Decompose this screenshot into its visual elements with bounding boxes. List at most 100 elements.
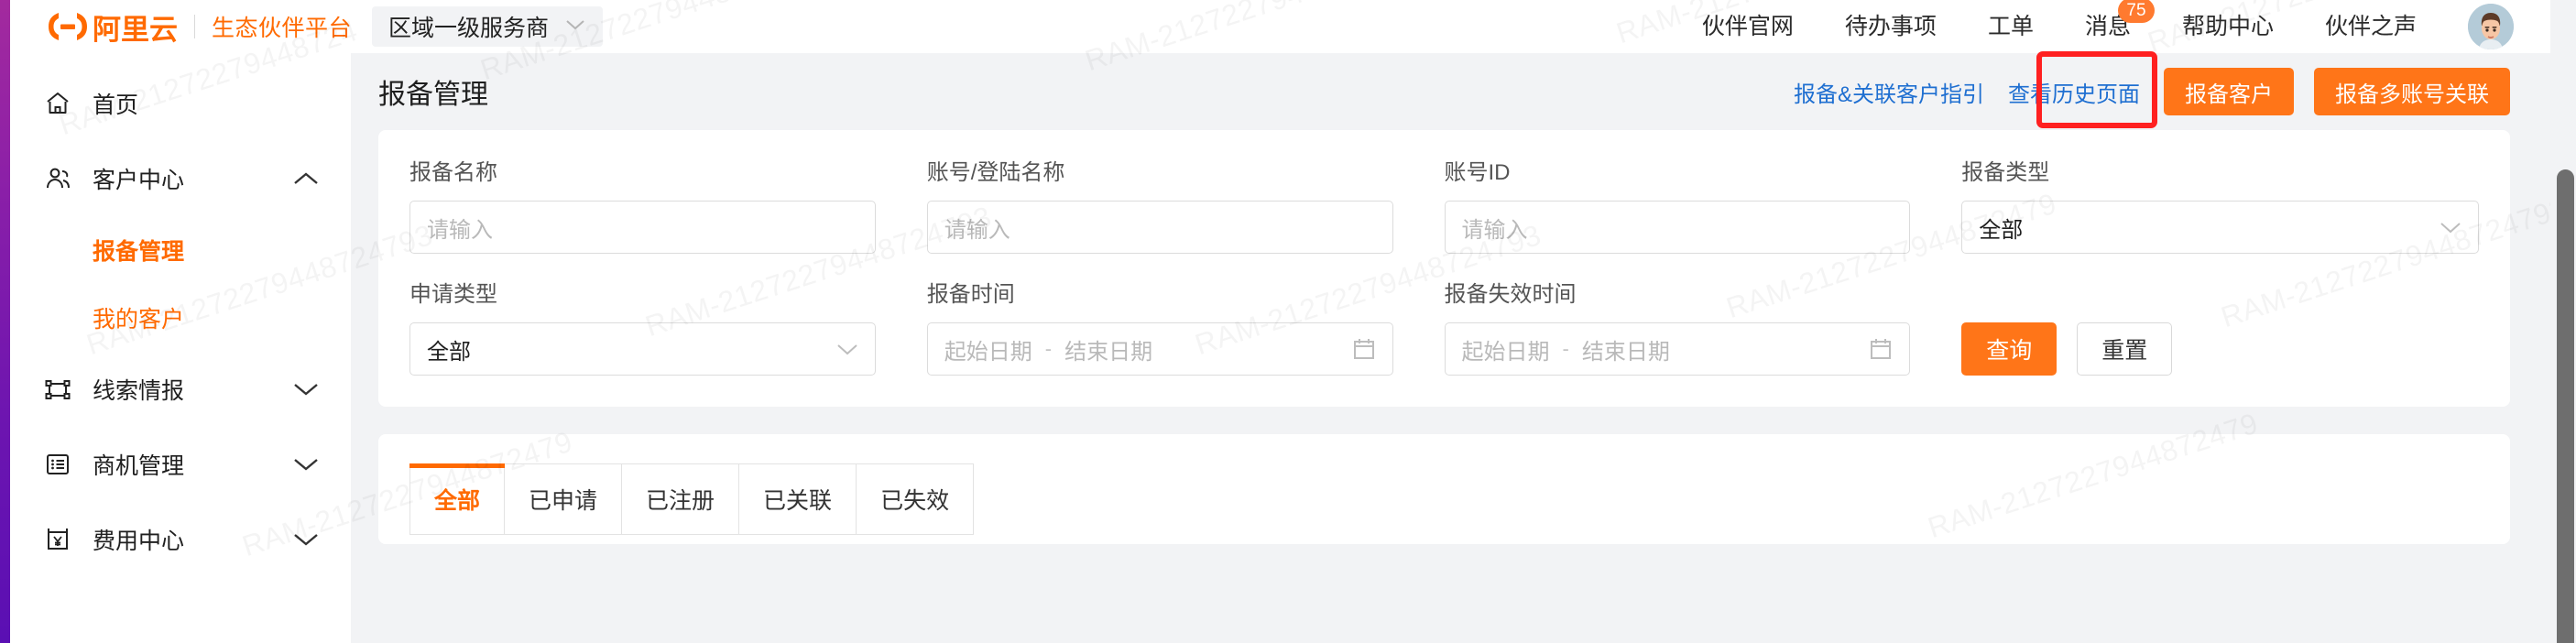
nav-label: 工单 [1987, 14, 2034, 39]
link-view-history-page[interactable]: 查看历史页面 [2008, 76, 2140, 108]
page-scrollbar[interactable] [2550, 0, 2576, 643]
nav-item-todo[interactable]: 待办事项 [1845, 0, 1937, 53]
sidebar-item-filing-management[interactable]: 报备管理 [10, 216, 351, 284]
application-type-select[interactable]: 全部 [409, 322, 876, 376]
report-multi-account-link-button[interactable]: 报备多账号关联 [2314, 68, 2510, 115]
tab-linked[interactable]: 已关联 [739, 463, 857, 535]
sidebar-item-my-customers[interactable]: 我的客户 [10, 284, 351, 352]
chevron-down-icon [292, 381, 320, 398]
reset-button[interactable]: 重置 [2077, 322, 2173, 376]
tab-registered[interactable]: 已注册 [622, 463, 740, 535]
top-navigation: 伙伴官网 待办事项 工单 消息 75 帮助中心 伙伴之声 [1702, 0, 2514, 53]
sidebar-item-lead-intelligence[interactable]: 线索情报 [10, 352, 351, 427]
input-placeholder: 请输入 [1461, 217, 1528, 243]
field-label: 申请类型 [409, 282, 497, 307]
sidebar-item-label: 商机管理 [93, 453, 185, 479]
customers-icon [43, 164, 72, 193]
scrollbar-thumb[interactable] [2557, 169, 2574, 643]
start-date-placeholder: 起始日期 [944, 339, 1032, 365]
account-id-input[interactable]: 请输入 [1444, 201, 1911, 254]
sidebar-item-label: 客户中心 [93, 168, 185, 193]
field-account-login-name: 账号/登陆名称 请输入 [926, 154, 1445, 254]
calendar-icon[interactable] [1869, 337, 1893, 361]
tab-all[interactable]: 全部 [409, 463, 506, 535]
page-title: 报备管理 [378, 80, 488, 110]
nav-item-partner-site[interactable]: 伙伴官网 [1702, 0, 1794, 53]
nav-label: 待办事项 [1844, 14, 1937, 39]
results-card: 全部 已申请 已注册 已关联 已失效 [378, 434, 2510, 544]
message-count-badge: 75 [2117, 0, 2155, 23]
leads-icon [43, 375, 72, 404]
calendar-icon[interactable] [1352, 337, 1376, 361]
left-sidebar: 首页 客户中心 报备管理 我的客户 线索情报 商机管理 费用中心 [10, 53, 351, 643]
end-date-placeholder: 结束日期 [1581, 339, 1670, 365]
tab-expired[interactable]: 已失效 [857, 463, 975, 535]
select-value: 全部 [427, 339, 471, 365]
chevron-down-icon [836, 343, 858, 356]
chevron-down-icon [565, 18, 585, 36]
nav-item-messages[interactable]: 消息 75 [2085, 0, 2155, 53]
nav-item-help-center[interactable]: 帮助中心 [2182, 0, 2274, 53]
field-label: 账号/登陆名称 [926, 160, 1065, 185]
select-value: 全部 [1979, 217, 2024, 243]
browser-edge-strip [0, 0, 10, 643]
region-selector-label: 区域一级服务商 [388, 16, 550, 41]
chevron-down-icon [2440, 221, 2461, 234]
start-date-placeholder: 起始日期 [1461, 339, 1550, 365]
nav-item-partner-voice[interactable]: 伙伴之声 [2325, 0, 2417, 53]
sidebar-item-home[interactable]: 首页 [10, 66, 351, 141]
tab-label: 已关联 [763, 488, 833, 514]
report-customer-button[interactable]: 报备客户 [2164, 68, 2294, 115]
tab-applied[interactable]: 已申请 [505, 463, 623, 535]
app-root: RAM-21272279448724 RAM-21272279448724793… [0, 0, 2576, 643]
alibaba-cloud-logo-icon [47, 11, 89, 42]
chevron-down-icon [292, 531, 320, 548]
account-login-name-input[interactable]: 请输入 [926, 201, 1393, 254]
field-filing-type: 报备类型 全部 [1961, 154, 2479, 254]
input-placeholder: 请输入 [944, 217, 1010, 243]
brand-area[interactable]: 阿里云 生态伙伴平台 [47, 0, 352, 53]
top-header-bar: 阿里云 生态伙伴平台 区域一级服务商 伙伴官网 待办事项 工单 消息 75 帮助… [10, 0, 2550, 53]
sidebar-item-label: 费用中心 [93, 529, 185, 554]
field-label: 报备名称 [409, 160, 497, 185]
sidebar-subitem-label: 我的客户 [93, 307, 185, 332]
search-button[interactable]: 查询 [1961, 322, 2058, 376]
input-placeholder: 请输入 [427, 217, 493, 243]
filing-expire-time-daterange[interactable]: 起始日期 - 结束日期 [1444, 322, 1911, 376]
nav-label: 伙伴之声 [2324, 14, 2417, 39]
tab-label: 已注册 [646, 488, 715, 514]
filing-time-daterange[interactable]: 起始日期 - 结束日期 [926, 322, 1393, 376]
sidebar-item-label: 首页 [93, 93, 139, 118]
sidebar-item-customer-center[interactable]: 客户中心 [10, 141, 351, 216]
filter-actions: 查询 重置 [1961, 276, 2479, 376]
status-tabs: 全部 已申请 已注册 已关联 已失效 [409, 463, 2479, 535]
sidebar-item-billing-center[interactable]: 费用中心 [10, 502, 351, 577]
region-selector[interactable]: 区域一级服务商 [372, 6, 604, 47]
filter-row-2: 申请类型 全部 报备时间 起始日期 - 结束日期 报备失效时间 起始日期 - 结… [409, 276, 2479, 376]
field-label: 报备失效时间 [1444, 282, 1577, 307]
field-label: 报备时间 [926, 282, 1015, 307]
chevron-up-icon [292, 170, 320, 187]
search-filter-card: 报备名称 请输入 账号/登陆名称 请输入 账号ID 请输入 报备类型 全部 申请… [378, 130, 2510, 407]
user-avatar[interactable] [2468, 4, 2514, 49]
tab-label: 已失效 [880, 488, 950, 514]
brand-divider [194, 15, 195, 38]
field-label: 报备类型 [1961, 160, 2050, 185]
nav-label: 伙伴官网 [1701, 14, 1794, 39]
link-filing-guide[interactable]: 报备&关联客户指引 [1794, 76, 1984, 108]
filing-name-input[interactable]: 请输入 [409, 201, 876, 254]
nav-item-tickets[interactable]: 工单 [1988, 0, 2034, 53]
sidebar-item-opportunity-management[interactable]: 商机管理 [10, 427, 351, 502]
daterange-separator: - [1044, 337, 1053, 360]
field-filing-name: 报备名称 请输入 [409, 154, 927, 254]
field-application-type: 申请类型 全部 [409, 276, 927, 376]
field-account-id: 账号ID 请输入 [1444, 154, 1962, 254]
filter-row-1: 报备名称 请输入 账号/登陆名称 请输入 账号ID 请输入 报备类型 全部 [409, 154, 2479, 254]
page-header: 报备管理 报备&关联客户指引 查看历史页面 报备客户 报备多账号关联 [351, 53, 2550, 130]
page-header-actions: 报备&关联客户指引 查看历史页面 报备客户 报备多账号关联 [1794, 68, 2510, 115]
nav-label: 帮助中心 [2181, 14, 2274, 39]
tab-label: 已申请 [529, 488, 598, 514]
filing-type-select[interactable]: 全部 [1961, 201, 2479, 254]
sidebar-item-label: 线索情报 [93, 378, 185, 404]
logo-text: 阿里云 [93, 13, 178, 46]
